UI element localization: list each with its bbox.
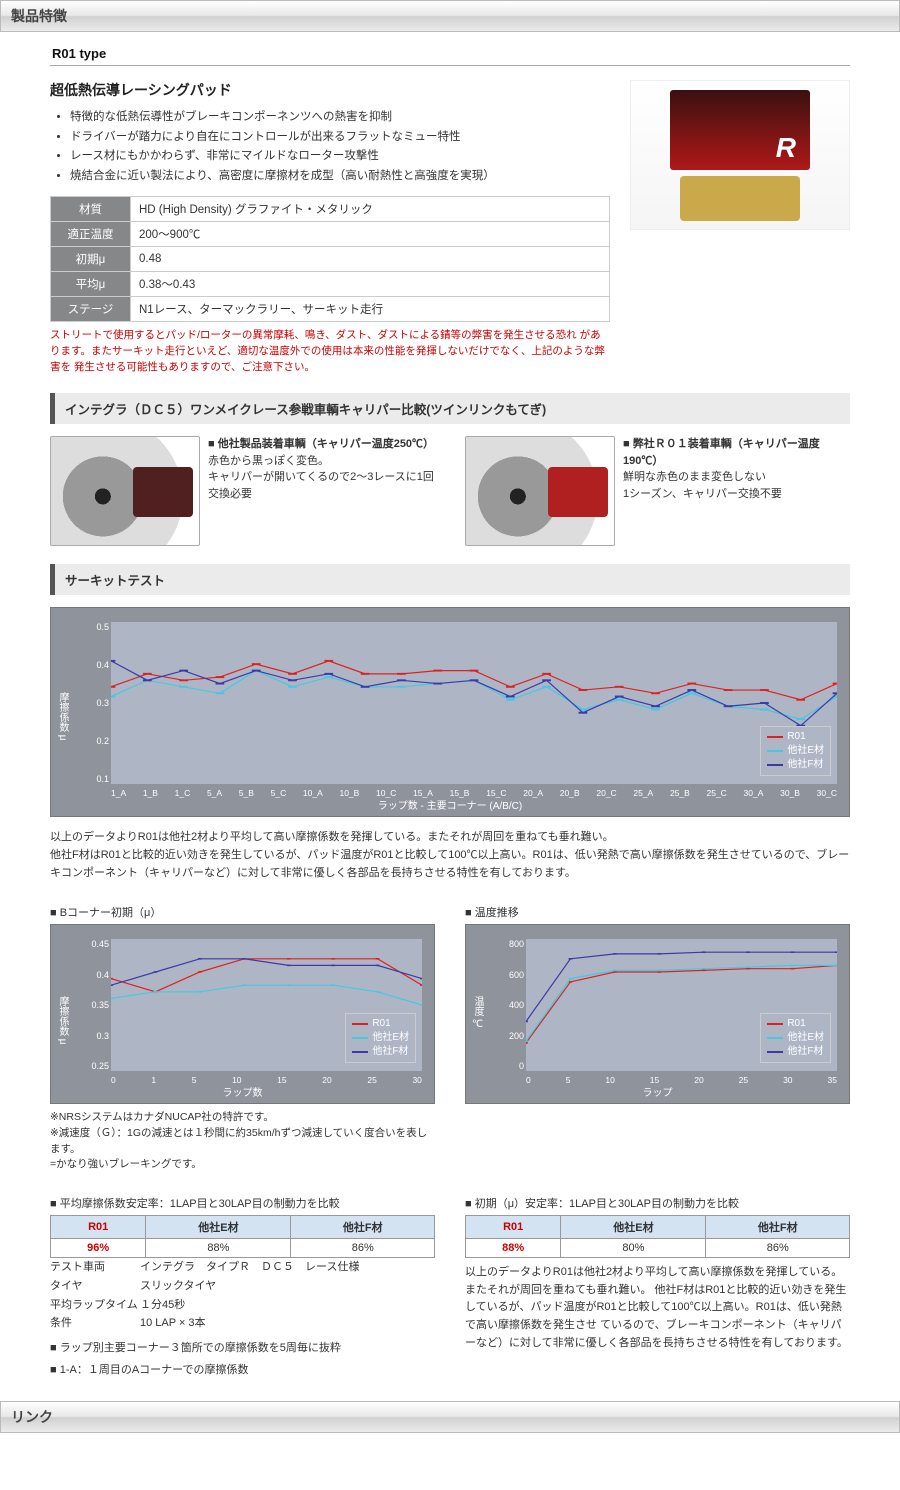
cmp-v: 88% — [146, 1239, 291, 1258]
sub-b-corner: Bコーナー初期（μ） — [50, 904, 435, 920]
product-image — [630, 80, 850, 230]
test-note: 1-A：１周目のAコーナーでの摩擦係数 — [50, 1361, 435, 1377]
chart-main: 摩擦係数 μ 0.50.40.30.20.1 1_A1_B1_C5_A5_B5_… — [50, 607, 850, 817]
cmp-right-table: R01他社E材他社F材 88%80%86% — [465, 1215, 850, 1258]
kv-v: １分45秒 — [140, 1296, 185, 1315]
caliper-image-other — [50, 436, 200, 546]
type-title: R01 type — [50, 42, 850, 66]
spec-head: 初期μ — [51, 247, 131, 272]
band-caliper: インテグラ（ＤＣ５）ワンメイクレース参戦車輌キャリパー比較(ツインリンクもてぎ) — [50, 393, 850, 424]
spec-head: 材質 — [51, 197, 131, 222]
comp-line: 鮮明な赤色のまま変色しない — [623, 469, 850, 486]
chart-yticks: 0.450.40.350.30.25 — [85, 939, 109, 1071]
cmp-h: R01 — [466, 1216, 561, 1239]
chart-xlabel: ラップ数 - 主要コーナー (A/B/C) — [51, 797, 849, 812]
chart-ylabel: 摩擦係数 μ — [55, 692, 70, 741]
caliper-image-r01 — [465, 436, 615, 546]
right-para: 以上のデータよりR01は他社2材より平均して高い摩擦係数を発揮している。またそれ… — [465, 1264, 850, 1352]
feature-bullets: 特徴的な低熱伝導性がブレーキコンポーネンツへの熱害を抑制 ドライバーが踏力により… — [50, 108, 610, 186]
bullet: レース材にもかかわらず、非常にマイルドなローター攻撃性 — [70, 147, 610, 167]
kv-k: 条件 — [50, 1314, 140, 1333]
chart-xlabel: ラップ数 — [51, 1084, 434, 1099]
caliper-compare: ■ 他社製品装着車輌（キャリパー温度250℃） 赤色から黒っぽく変色。 キャリパ… — [50, 436, 850, 546]
cmp-v: 86% — [706, 1239, 850, 1258]
nrs-note: ※NRSシステムはカナダNUCAP社の特許です。 ※減速度（Ｇ）：1Gの減速とは… — [50, 1110, 435, 1173]
cmp-left-title: 平均摩擦係数安定率：1LAP目と30LAP目の制動力を比較 — [50, 1195, 435, 1211]
package-box-icon — [670, 90, 810, 170]
kv-k: 平均ラップタイム — [50, 1296, 140, 1315]
warning-text: ストリートで使用するとパッド/ローターの異常摩耗、鳴き、ダスト、ダストによる錆等… — [50, 328, 610, 375]
spec-head: ステージ — [51, 297, 131, 322]
spec-val: 0.38～0.43 — [131, 272, 610, 297]
spec-val: 0.48 — [131, 247, 610, 272]
chart-legend: R01他社E材他社F材 — [760, 1013, 831, 1063]
chart-legend: R01他社E材他社F材 — [760, 726, 831, 776]
chart-yticks: 8006004002000 — [500, 939, 524, 1071]
band-circuit: サーキットテスト — [50, 564, 850, 595]
spec-head: 適正温度 — [51, 222, 131, 247]
spec-val: HD (High Density) グラファイト・メタリック — [131, 197, 610, 222]
chart-note: 以上のデータよりR01は他社2材より平均して高い摩擦係数を発揮している。またそれ… — [50, 829, 850, 882]
sub-temp: 温度推移 — [465, 904, 850, 920]
bullet: 焼結合金に近い製法により、高密度に摩擦材を成型（高い耐熱性と高強度を実現） — [70, 167, 610, 187]
spec-val: 200～900℃ — [131, 222, 610, 247]
cmp-v: 80% — [561, 1239, 706, 1258]
comp-line: 赤色から黒っぽく変色。 — [208, 453, 435, 470]
cmp-h: 他社E材 — [146, 1216, 291, 1239]
cmp-h: R01 — [51, 1216, 146, 1239]
spec-val: N1レース、ターマックラリー、サーキット走行 — [131, 297, 610, 322]
cmp-h: 他社E材 — [561, 1216, 706, 1239]
chart-xlabel: ラップ — [466, 1084, 849, 1099]
sub-title: 超低熱伝導レーシングパッド — [50, 80, 610, 100]
chart-bcorner: 摩擦係数 μ 0.450.40.350.30.25 0151015202530 … — [50, 924, 435, 1104]
chart-ylabel: 温度 ℃ — [470, 996, 485, 1030]
chart-temp: 温度 ℃ 8006004002000 05101520253035 ラップ R0… — [465, 924, 850, 1104]
section-link: リンク — [0, 1401, 900, 1433]
comp-title: ■ 弊社Ｒ０１装着車輌（キャリパー温度190℃） — [623, 436, 850, 469]
cmp-h: 他社F材 — [706, 1216, 850, 1239]
section-features: 製品特徴 — [0, 0, 900, 32]
test-note: ラップ別主要コーナー３箇所での摩擦係数を5周毎に抜粋 — [50, 1339, 435, 1355]
kv-k: テスト車両 — [50, 1258, 140, 1277]
chart-legend: R01他社E材他社F材 — [345, 1013, 416, 1063]
comp-line: 1シーズン、キャリパー交換不要 — [623, 486, 850, 503]
content: R01 type 超低熱伝導レーシングパッド 特徴的な低熱伝導性がブレーキコンポ… — [0, 32, 900, 1401]
cmp-v: 96% — [51, 1239, 146, 1258]
chart-yticks: 0.50.40.30.20.1 — [85, 622, 109, 784]
bullet: ドライバーが踏力により自在にコントロールが出来るフラットなミュー特性 — [70, 128, 610, 148]
brake-pad-icon — [680, 176, 800, 221]
spec-table: 材質HD (High Density) グラファイト・メタリック 適正温度200… — [50, 196, 610, 322]
comp-line: キャリパーが開いてくるので2～3レースに1回交換必要 — [208, 469, 435, 502]
kv-v: インテグラ タイプＲ ＤＣ５ レース仕様 — [140, 1258, 359, 1277]
cmp-h: 他社F材 — [291, 1216, 435, 1239]
kv-v: スリックタイヤ — [140, 1277, 216, 1296]
chart-ylabel: 摩擦係数 μ — [55, 996, 70, 1045]
plot-area — [111, 622, 837, 784]
cmp-right-title: 初期（μ）安定率：1LAP目と30LAP目の制動力を比較 — [465, 1195, 850, 1211]
kv-k: タイヤ — [50, 1277, 140, 1296]
kv-v: 10 LAP × 3本 — [140, 1314, 206, 1333]
cmp-left-table: R01他社E材他社F材 96%88%86% — [50, 1215, 435, 1258]
cmp-v: 86% — [291, 1239, 435, 1258]
cmp-v: 88% — [466, 1239, 561, 1258]
bullet: 特徴的な低熱伝導性がブレーキコンポーネンツへの熱害を抑制 — [70, 108, 610, 128]
spec-head: 平均μ — [51, 272, 131, 297]
comp-title: ■ 他社製品装着車輌（キャリパー温度250℃） — [208, 436, 435, 453]
